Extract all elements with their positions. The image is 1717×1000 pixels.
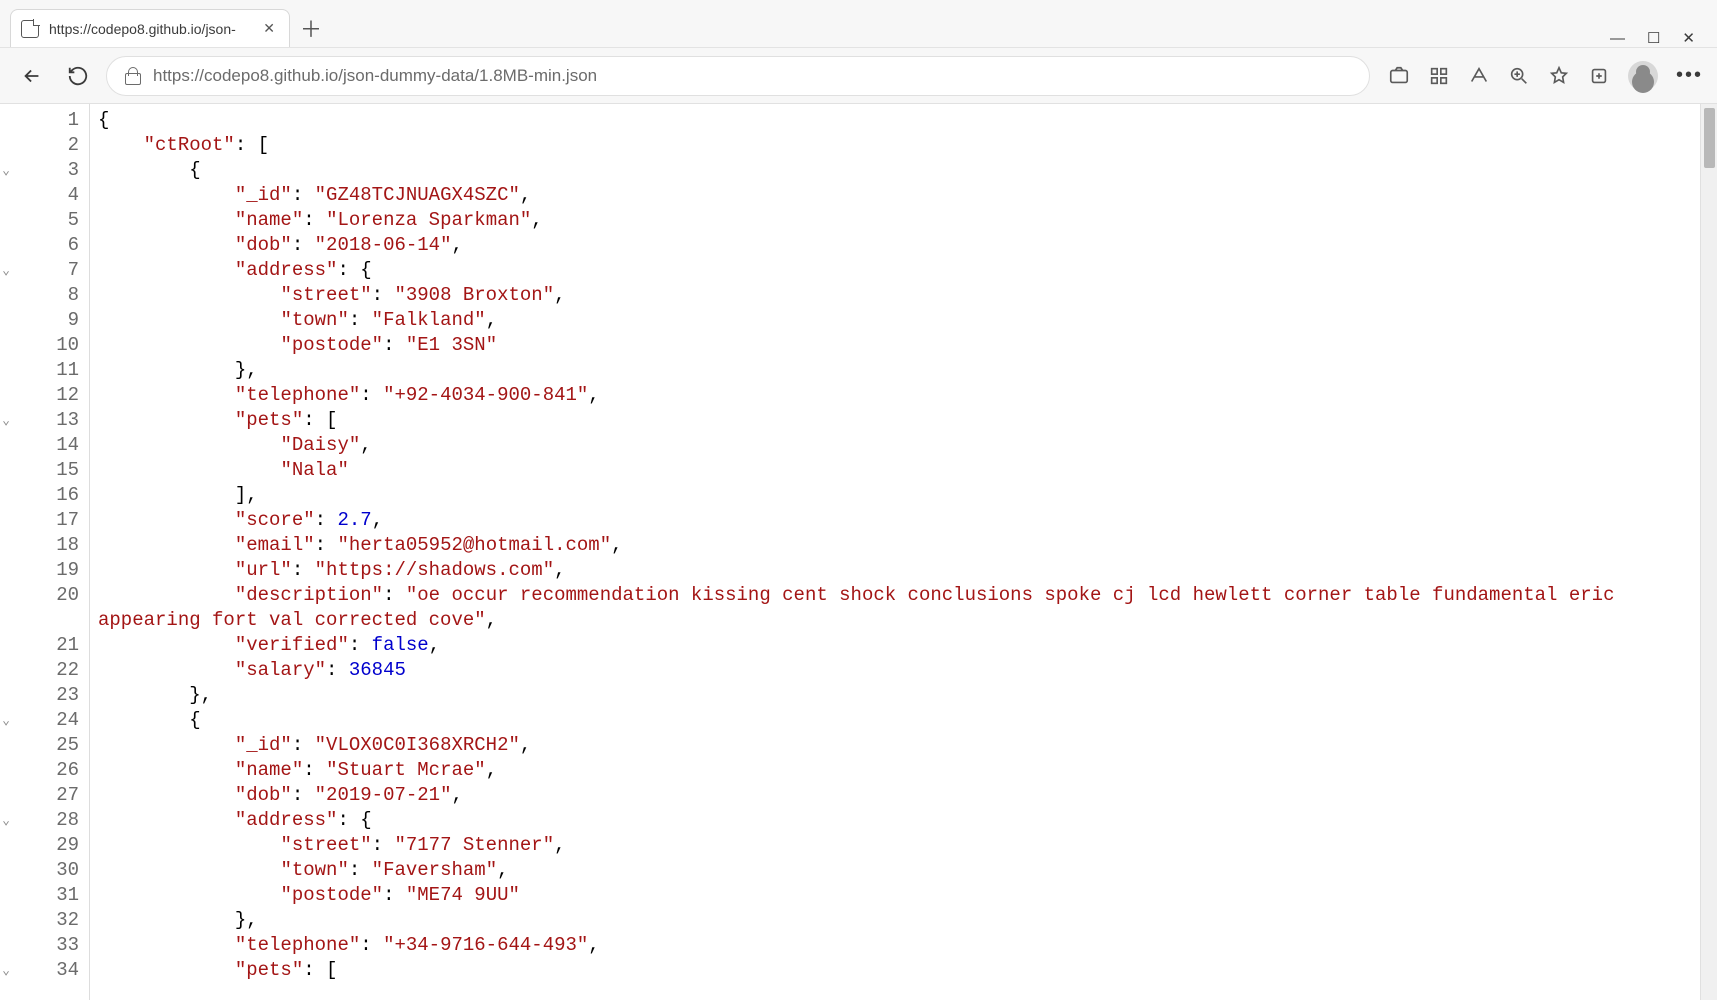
- apps-icon[interactable]: [1428, 65, 1450, 87]
- new-tab-button[interactable]: ＋: [294, 11, 328, 45]
- browser-tab[interactable]: https://codepo8.github.io/json- ✕: [10, 9, 290, 47]
- maximize-button[interactable]: ☐: [1647, 29, 1660, 47]
- code-line: {: [98, 708, 1700, 733]
- collections-icon[interactable]: [1588, 65, 1610, 87]
- fold-toggle[interactable]: ⌄: [0, 808, 12, 833]
- refresh-button[interactable]: [60, 58, 96, 94]
- read-aloud-icon[interactable]: [1468, 65, 1490, 87]
- code-line: "address": {: [98, 808, 1700, 833]
- code-line: "verified": false,: [98, 633, 1700, 658]
- fold-toggle[interactable]: ⌄: [0, 158, 12, 183]
- toolbar: https://codepo8.github.io/json-dummy-dat…: [0, 48, 1717, 104]
- address-bar[interactable]: https://codepo8.github.io/json-dummy-dat…: [106, 56, 1370, 96]
- code-line: "telephone": "+92-4034-900-841",: [98, 383, 1700, 408]
- code-content[interactable]: { "ctRoot": [ { "_id": "GZ48TCJNUAGX4SZC…: [90, 104, 1700, 1000]
- vertical-scrollbar[interactable]: [1700, 104, 1717, 1000]
- fold-column: ⌄ ⌄ ⌄ ⌄ ⌄ ⌄: [0, 104, 12, 983]
- code-line: "address": {: [98, 258, 1700, 283]
- fold-toggle[interactable]: ⌄: [0, 958, 12, 983]
- code-line: "pets": [: [98, 408, 1700, 433]
- code-line: "dob": "2018-06-14",: [98, 233, 1700, 258]
- url-text: https://codepo8.github.io/json-dummy-dat…: [153, 66, 1353, 86]
- more-menu-button[interactable]: •••: [1676, 64, 1703, 87]
- code-line: "dob": "2019-07-21",: [98, 783, 1700, 808]
- favorites-icon[interactable]: [1548, 65, 1570, 87]
- fold-toggle[interactable]: ⌄: [0, 708, 12, 733]
- profile-avatar[interactable]: [1628, 61, 1658, 91]
- json-viewer: ⌄ ⌄ ⌄ ⌄ ⌄ ⌄ 1234567891011121314151617181920 2…: [0, 104, 1717, 1000]
- code-line: "salary": 36845: [98, 658, 1700, 683]
- code-line: "street": "3908 Broxton",: [98, 283, 1700, 308]
- code-line: },: [98, 683, 1700, 708]
- toolbar-actions: •••: [1380, 61, 1703, 91]
- code-line: "pets": [: [98, 958, 1700, 983]
- code-line: "street": "7177 Stenner",: [98, 833, 1700, 858]
- code-line: "Nala": [98, 458, 1700, 483]
- screenshot-icon[interactable]: [1388, 65, 1410, 87]
- code-line: "postode": "E1 3SN": [98, 333, 1700, 358]
- line-number-gutter: 1234567891011121314151617181920 21222324…: [0, 104, 90, 1000]
- scrollbar-thumb[interactable]: [1704, 108, 1715, 168]
- code-line: "postode": "ME74 9UU": [98, 883, 1700, 908]
- minimize-button[interactable]: —: [1610, 30, 1625, 47]
- code-line: ],: [98, 483, 1700, 508]
- code-line: "ctRoot": [: [98, 133, 1700, 158]
- code-line: {: [98, 108, 1700, 133]
- code-line: },: [98, 358, 1700, 383]
- code-line: "email": "herta05952@hotmail.com",: [98, 533, 1700, 558]
- page-icon: [21, 20, 39, 38]
- fold-toggle[interactable]: ⌄: [0, 408, 12, 433]
- zoom-icon[interactable]: [1508, 65, 1530, 87]
- code-line: "town": "Falkland",: [98, 308, 1700, 333]
- code-line: "_id": "VLOX0C0I368XRCH2",: [98, 733, 1700, 758]
- tab-title: https://codepo8.github.io/json-: [49, 21, 236, 37]
- code-line: {: [98, 158, 1700, 183]
- code-line: "Daisy",: [98, 433, 1700, 458]
- code-line: "_id": "GZ48TCJNUAGX4SZC",: [98, 183, 1700, 208]
- code-line: "score": 2.7,: [98, 508, 1700, 533]
- code-line: "telephone": "+34-9716-644-493",: [98, 933, 1700, 958]
- tab-strip: https://codepo8.github.io/json- ✕ ＋ — ☐ …: [0, 0, 1717, 48]
- code-line: "url": "https://shadows.com",: [98, 558, 1700, 583]
- code-line: "name": "Lorenza Sparkman",: [98, 208, 1700, 233]
- window-controls: — ☐ ✕: [1610, 29, 1717, 47]
- lock-icon: [123, 67, 141, 85]
- fold-toggle[interactable]: ⌄: [0, 258, 12, 283]
- close-tab-button[interactable]: ✕: [259, 16, 279, 41]
- code-line: "town": "Faversham",: [98, 858, 1700, 883]
- code-line: "description": "oe occur recommendation …: [98, 583, 1700, 633]
- close-window-button[interactable]: ✕: [1682, 29, 1695, 47]
- code-line: },: [98, 908, 1700, 933]
- back-button[interactable]: [14, 58, 50, 94]
- code-line: "name": "Stuart Mcrae",: [98, 758, 1700, 783]
